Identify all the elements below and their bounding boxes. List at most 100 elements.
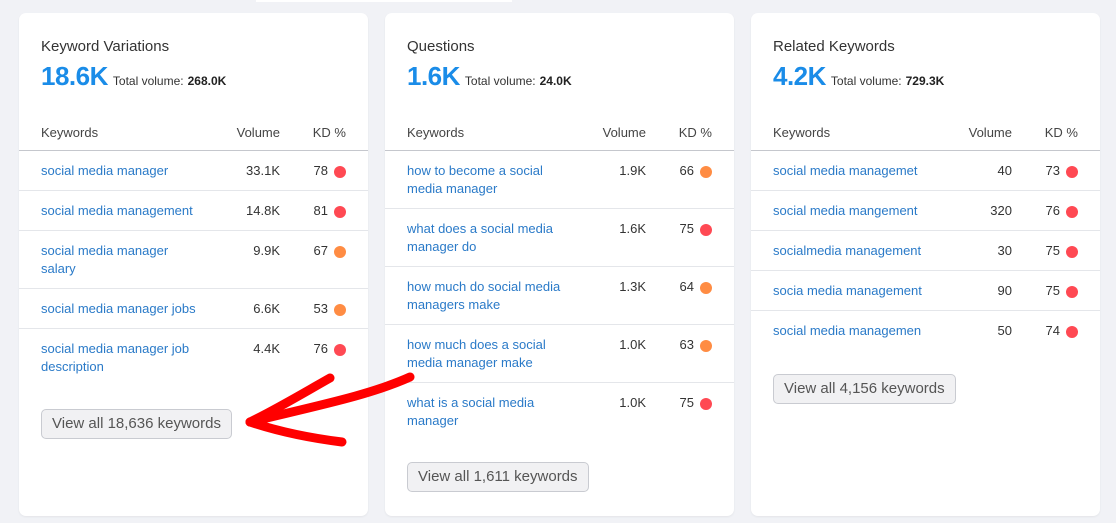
volume-value: 50: [997, 323, 1012, 338]
total-volume-value: 24.0K: [539, 74, 572, 88]
volume-value: 9.9K: [253, 243, 280, 258]
keyword-link[interactable]: how much do social media managers make: [407, 278, 572, 314]
kd-value: 73: [1045, 163, 1060, 178]
keyword-link[interactable]: social media manager jobs: [41, 300, 221, 318]
keyword-link[interactable]: social media managemet: [773, 162, 953, 180]
volume-value: 33.1K: [246, 163, 280, 178]
table-row: social media manager job description 4.4…: [19, 329, 368, 387]
keyword-link[interactable]: how to become a social media manager: [407, 162, 572, 198]
keyword-link[interactable]: social media manager job description: [41, 340, 201, 376]
keyword-variations-card: Keyword Variations 18.6K Total volume: 2…: [19, 13, 368, 516]
table-row: how much does a social media manager mak…: [385, 325, 734, 383]
view-all-keywords-button[interactable]: View all 4,156 keywords: [773, 374, 956, 404]
kd-value: 53: [313, 301, 328, 316]
summary: 1.6K Total volume: 24.0K: [407, 61, 572, 92]
volume-value: 30: [997, 243, 1012, 258]
table-row: what is a social media manager 1.0K 75: [385, 383, 734, 441]
kd-value: 76: [1045, 203, 1060, 218]
keyword-count[interactable]: 1.6K: [407, 61, 460, 92]
view-all-keywords-button[interactable]: View all 1,611 keywords: [407, 462, 589, 492]
kd-red-dot-icon: [1066, 206, 1078, 218]
card-title: Keyword Variations: [41, 38, 170, 55]
kd-red-dot-icon: [1066, 286, 1078, 298]
kd-value: 81: [313, 203, 328, 218]
table-row: social media management 14.8K 81: [19, 191, 368, 231]
volume-value: 1.0K: [619, 337, 646, 352]
table-row: social media mangement 320 76: [751, 191, 1100, 231]
keyword-link[interactable]: socia media management: [773, 282, 953, 300]
kd-orange-dot-icon: [700, 166, 712, 178]
keyword-link[interactable]: social media manager: [41, 162, 201, 180]
column-header-keywords: Keywords: [407, 125, 465, 140]
table-row: how much do social media managers make 1…: [385, 267, 734, 325]
related-keywords-card: Related Keywords 4.2K Total volume: 729.…: [751, 13, 1100, 516]
summary: 4.2K Total volume: 729.3K: [773, 61, 944, 92]
table-row: social media manager 33.1K 78: [19, 151, 368, 191]
kd-value: 75: [1045, 243, 1060, 258]
keyword-table-body: social media manager 33.1K 78 social med…: [19, 151, 368, 387]
keyword-link[interactable]: how much does a social media manager mak…: [407, 336, 572, 372]
column-header-kd: KD %: [1044, 125, 1078, 140]
card-title: Related Keywords: [773, 38, 895, 55]
total-volume-label: Total volume:: [830, 74, 902, 88]
table-row: what does a social media manager do 1.6K…: [385, 209, 734, 267]
kd-red-dot-icon: [334, 206, 346, 218]
kd-value: 78: [313, 163, 328, 178]
kd-red-dot-icon: [1066, 326, 1078, 338]
keyword-table-body: how to become a social media manager 1.9…: [385, 151, 734, 441]
table-row: social media managemet 40 73: [751, 151, 1100, 191]
volume-value: 320: [990, 203, 1012, 218]
keyword-table-body: social media managemet 40 73 social medi…: [751, 151, 1100, 351]
volume-value: 1.6K: [619, 221, 646, 236]
volume-value: 40: [997, 163, 1012, 178]
kd-red-dot-icon: [334, 344, 346, 356]
volume-value: 1.0K: [619, 395, 646, 410]
keyword-count[interactable]: 4.2K: [773, 61, 826, 92]
kd-red-dot-icon: [334, 166, 346, 178]
keyword-link[interactable]: what is a social media manager: [407, 394, 572, 430]
keyword-link[interactable]: what does a social media manager do: [407, 220, 572, 256]
volume-value: 14.8K: [246, 203, 280, 218]
kd-orange-dot-icon: [334, 304, 346, 316]
volume-value: 1.9K: [619, 163, 646, 178]
card-title: Questions: [407, 38, 475, 55]
table-header: Keywords Volume KD %: [751, 115, 1100, 151]
kd-value: 75: [1045, 283, 1060, 298]
view-all-keywords-button[interactable]: View all 18,636 keywords: [41, 409, 232, 439]
kd-red-dot-icon: [700, 224, 712, 236]
keyword-count[interactable]: 18.6K: [41, 61, 108, 92]
kd-value: 67: [313, 243, 328, 258]
questions-card: Questions 1.6K Total volume: 24.0K Keywo…: [385, 13, 734, 516]
column-header-keywords: Keywords: [41, 125, 99, 140]
kd-orange-dot-icon: [700, 340, 712, 352]
keyword-link[interactable]: socialmedia management: [773, 242, 953, 260]
kd-red-dot-icon: [1066, 166, 1078, 178]
table-row: social media manager salary 9.9K 67: [19, 231, 368, 289]
kd-value: 64: [679, 279, 694, 294]
total-volume-label: Total volume:: [112, 74, 184, 88]
column-header-volume: Volume: [968, 125, 1012, 140]
kd-red-dot-icon: [1066, 246, 1078, 258]
table-header: Keywords Volume KD %: [19, 115, 368, 151]
keyword-link[interactable]: social media manager salary: [41, 242, 201, 278]
kd-value: 75: [679, 395, 694, 410]
kd-red-dot-icon: [700, 398, 712, 410]
summary: 18.6K Total volume: 268.0K: [41, 61, 226, 92]
kd-value: 76: [313, 341, 328, 356]
table-row: socialmedia management 30 75: [751, 231, 1100, 271]
volume-value: 1.3K: [619, 279, 646, 294]
table-row: social media managemen 50 74: [751, 311, 1100, 351]
table-header: Keywords Volume KD %: [385, 115, 734, 151]
keyword-link[interactable]: social media mangement: [773, 202, 953, 220]
kd-orange-dot-icon: [700, 282, 712, 294]
column-header-volume: Volume: [602, 125, 646, 140]
keyword-link[interactable]: social media managemen: [773, 322, 953, 340]
top-strip: [256, 0, 512, 2]
column-header-kd: KD %: [678, 125, 712, 140]
column-header-kd: KD %: [312, 125, 346, 140]
column-header-keywords: Keywords: [773, 125, 831, 140]
volume-value: 90: [997, 283, 1012, 298]
keyword-link[interactable]: social media management: [41, 202, 201, 220]
table-row: how to become a social media manager 1.9…: [385, 151, 734, 209]
table-row: socia media management 90 75: [751, 271, 1100, 311]
